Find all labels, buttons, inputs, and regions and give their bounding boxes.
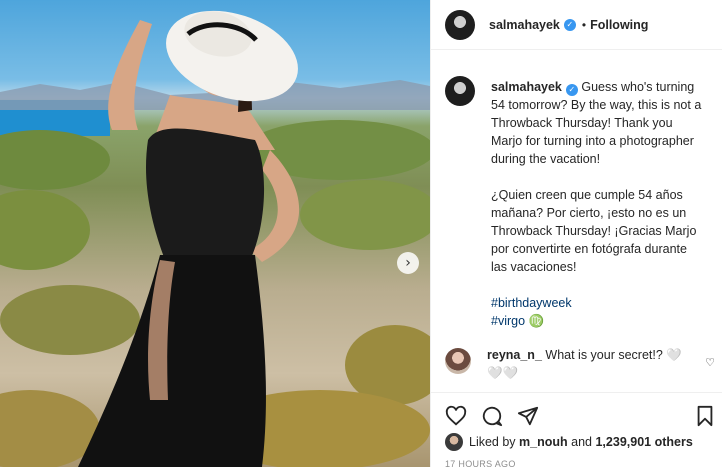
comment-bubble-icon[interactable] [481,405,503,427]
liker-avatar[interactable] [445,433,463,451]
comment-like-heart-icon[interactable]: ♡ [705,356,715,369]
author-avatar[interactable] [445,9,475,40]
likes-text: Liked by m_nouh and 1,239,901 others [469,435,693,449]
verified-icon: ✓ [563,18,576,31]
bookmark-icon[interactable] [695,405,715,427]
post-photo[interactable]: › [0,0,430,467]
likes-count[interactable]: 1,239,901 others [595,435,692,449]
chevron-right-icon: › [405,255,411,271]
post-timestamp: 17 HOURS AGO [445,459,516,467]
verified-icon: ✓ [565,84,578,96]
author-username[interactable]: salmahayek [489,18,560,32]
post-header: salmahayek ✓ • Following [431,0,722,50]
liker-username[interactable]: m_nouh [519,435,568,449]
caption-text: salmahayek ✓ Guess who's turning 54 tomor… [491,78,705,330]
comment-text: reyna_n_ What is your secret!? 🤍 🤍🤍 [487,346,697,382]
hashtag-virgo[interactable]: #virgo ♍ [491,312,705,330]
caption-author-avatar[interactable] [445,76,475,106]
commenter-username[interactable]: reyna_n_ [487,348,542,362]
action-bar [431,392,722,436]
following-button[interactable]: Following [590,18,648,32]
post-caption: salmahayek ✓ Guess who's turning 54 tomor… [431,50,722,330]
hashtag-birthdayweek[interactable]: #birthdayweek [491,294,705,312]
next-image-button[interactable]: › [397,252,419,274]
likes-and: and [571,435,592,449]
commenter-avatar[interactable] [445,348,471,374]
caption-username[interactable]: salmahayek [491,80,562,94]
share-send-icon[interactable] [517,405,539,427]
photo-illustration [0,10,430,467]
comment-item: reyna_n_ What is your secret!? 🤍 🤍🤍 ♡ [445,346,715,382]
separator-dot: • [581,17,587,32]
likes-summary: Liked by m_nouh and 1,239,901 others [445,433,693,451]
caption-spanish: ¿Quien creen que cumple 54 años mañana? … [491,188,697,274]
likes-prefix: Liked by [469,435,516,449]
like-heart-icon[interactable] [445,405,467,427]
post-panel: salmahayek ✓ • Following salmahayek ✓ Gue… [430,0,722,467]
